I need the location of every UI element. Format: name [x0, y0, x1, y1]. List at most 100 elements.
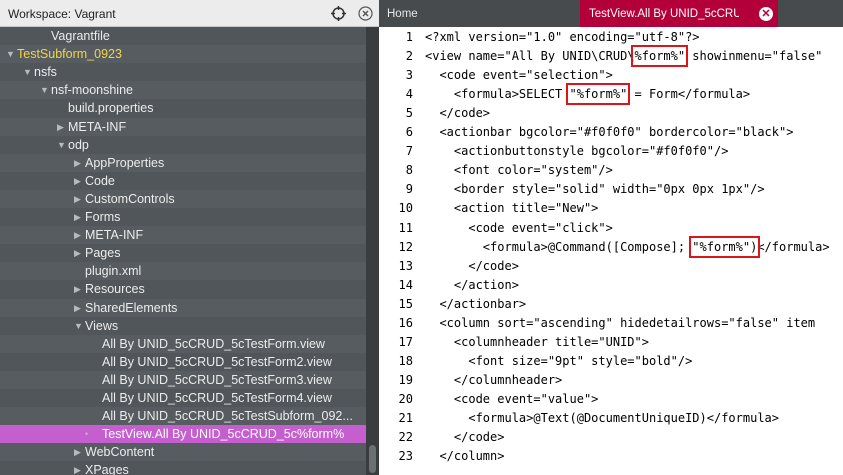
tab-home-label: Home	[387, 8, 418, 20]
line-number: 19	[398, 373, 413, 387]
collapsed-arrow-icon[interactable]: ▶	[74, 208, 81, 226]
line-number: 12	[398, 240, 413, 254]
tree-item[interactable]: All By UNID_5cCRUD_5cTestForm3.view	[0, 371, 366, 389]
code-line: 13 </code>	[379, 257, 843, 276]
close-icon[interactable]	[358, 6, 373, 21]
expanded-arrow-icon[interactable]: ▼	[6, 45, 15, 63]
code-text: <view name="All By UNID\CRUD\%form%" sho…	[425, 49, 823, 63]
line-number: 11	[398, 221, 413, 235]
line-number: 20	[398, 392, 413, 406]
line-number: 23	[398, 449, 413, 463]
tree-item-label: nsfs	[34, 65, 57, 79]
code-line: 9 <border style="solid" width="0px 0px 1…	[379, 180, 843, 199]
tree-item[interactable]: plugin.xml	[0, 262, 366, 280]
code-editor[interactable]: 1 <?xml version="1.0" encoding="utf-8"?> 2…	[379, 27, 843, 475]
code-line: 15 </actionbar>	[379, 295, 843, 314]
annotation-box	[689, 236, 761, 258]
code-line: 20 <code event="value">	[379, 390, 843, 409]
line-number: 1	[405, 30, 413, 44]
code-text: <font color="system"/>	[425, 163, 613, 177]
tree-item[interactable]: ▼ Views	[0, 317, 366, 335]
code-text: <actionbar bgcolor="#f0f0f0" bordercolor…	[425, 125, 794, 139]
code-line: 23 </column>	[379, 447, 843, 466]
code-text: </actionbar>	[425, 297, 527, 311]
tree-item-label: All By UNID_5cCRUD_5cTestForm3.view	[102, 373, 332, 387]
tree-item-label: All By UNID_5cCRUD_5cTestSubform_092...	[102, 409, 353, 423]
tree-item[interactable]: ▼ odp	[0, 136, 366, 154]
editor-tab-bar: Home TestView.All By UNID_5cCRUD_5 ✕	[379, 0, 843, 27]
tree-item-label: Code	[85, 174, 115, 188]
tree-item[interactable]: ▶ META-INF	[0, 118, 366, 136]
tree-item-label: plugin.xml	[85, 264, 142, 278]
code-line: 2 <view name="All By UNID\CRUD\%form%" sh…	[379, 47, 843, 66]
tree-item[interactable]: ▼ nsf-moonshine	[0, 81, 366, 99]
code-text: </action>	[425, 278, 519, 292]
code-text: </column>	[425, 449, 505, 463]
code-line: 7 <actionbuttonstyle bgcolor="#f0f0f0"/>	[379, 142, 843, 161]
tree-item[interactable]: ▶ SharedElements	[0, 299, 366, 317]
tab-testview-label: TestView.All By UNID_5cCRUD_5	[589, 8, 739, 20]
code-text: <formula>@Text(@DocumentUniqueID)</formu…	[425, 411, 780, 425]
tree-item-label: Pages	[85, 246, 121, 260]
expanded-arrow-icon[interactable]: ▼	[40, 81, 49, 99]
collapsed-arrow-icon[interactable]: ▶	[74, 190, 81, 208]
tree-scrollbar-thumb[interactable]	[369, 445, 376, 473]
tree-item[interactable]: All By UNID_5cCRUD_5cTestForm2.view	[0, 353, 366, 371]
tree-item[interactable]: • TestView.All By UNID_5cCRUD_5c%form%	[0, 425, 366, 443]
code-text: <formula>@Command([Compose]; "%form%")</…	[425, 240, 830, 254]
crosshair-icon[interactable]	[331, 6, 346, 21]
code-text: </code>	[425, 106, 491, 120]
tree-item[interactable]: All By UNID_5cCRUD_5cTestForm4.view	[0, 389, 366, 407]
tab-testview[interactable]: TestView.All By UNID_5cCRUD_5 ✕	[580, 0, 778, 27]
tree-item[interactable]: ▶ CustomControls	[0, 190, 366, 208]
expanded-arrow-icon[interactable]: ▼	[23, 63, 32, 81]
tree-item-label: Resources	[85, 282, 145, 296]
code-line: 11 <code event="click">	[379, 219, 843, 238]
collapsed-arrow-icon[interactable]: ▶	[74, 443, 81, 461]
tree-item[interactable]: ▶ META-INF	[0, 226, 366, 244]
collapsed-arrow-icon[interactable]: ▶	[74, 461, 81, 475]
code-text: </code>	[425, 430, 505, 444]
tab-home[interactable]: Home	[379, 0, 579, 27]
tree-item-label: TestView.All By UNID_5cCRUD_5c%form%	[102, 427, 345, 441]
line-number: 7	[405, 144, 413, 158]
code-line: 17 <columnheader title="UNID">	[379, 333, 843, 352]
code-line: 5 </code>	[379, 104, 843, 123]
code-line: 12 <formula>@Command([Compose]; "%form%"…	[379, 238, 843, 257]
tree-item-label: All By UNID_5cCRUD_5cTestForm2.view	[102, 355, 332, 369]
tree-item[interactable]: ▶ XPages	[0, 461, 366, 475]
tree-item-label: SharedElements	[85, 301, 178, 315]
tree-item-label: CustomControls	[85, 192, 175, 206]
collapsed-arrow-icon[interactable]: ▶	[74, 154, 81, 172]
collapsed-arrow-icon[interactable]: ▶	[74, 172, 81, 190]
tree-item[interactable]: ▼ TestSubform_0923	[0, 45, 366, 63]
collapsed-arrow-icon[interactable]: ▶	[74, 299, 81, 317]
editor-panel: Home TestView.All By UNID_5cCRUD_5 ✕ 1<?…	[379, 0, 843, 475]
code-line: 1 <?xml version="1.0" encoding="utf-8"?>	[379, 28, 843, 47]
tree-item[interactable]: ▶ Forms	[0, 208, 366, 226]
tree-item[interactable]: ▶ Code	[0, 172, 366, 190]
tab-close-icon[interactable]: ✕	[759, 7, 773, 21]
tree-item[interactable]: ▶ Resources	[0, 280, 366, 298]
tree-item[interactable]: Vagrantfile	[0, 27, 366, 45]
workspace-header: Workspace: Vagrant	[0, 0, 379, 27]
tree-item[interactable]: ▶ Pages	[0, 244, 366, 262]
collapsed-arrow-icon[interactable]: ▶	[74, 226, 81, 244]
tree-scrollbar[interactable]	[366, 27, 379, 475]
line-number: 18	[398, 354, 413, 368]
code-text: </code>	[425, 259, 519, 273]
tree-item[interactable]: ▼ nsfs	[0, 63, 366, 81]
tree-item-label: XPages	[85, 463, 129, 475]
code-text: <border style="solid" width="0px 0px 1px…	[425, 182, 765, 196]
code-line: 22 </code>	[379, 428, 843, 447]
tree-item[interactable]: ▶ WebContent	[0, 443, 366, 461]
tree-item[interactable]: All By UNID_5cCRUD_5cTestForm.view	[0, 335, 366, 353]
collapsed-arrow-icon[interactable]: ▶	[57, 118, 64, 136]
expanded-arrow-icon[interactable]: ▼	[57, 136, 66, 154]
expanded-arrow-icon[interactable]: ▼	[74, 317, 83, 335]
tree-item[interactable]: All By UNID_5cCRUD_5cTestSubform_092...	[0, 407, 366, 425]
collapsed-arrow-icon[interactable]: ▶	[74, 280, 81, 298]
tree-item[interactable]: build.properties	[0, 99, 366, 117]
collapsed-arrow-icon[interactable]: ▶	[74, 244, 81, 262]
tree-item[interactable]: ▶ AppProperties	[0, 154, 366, 172]
